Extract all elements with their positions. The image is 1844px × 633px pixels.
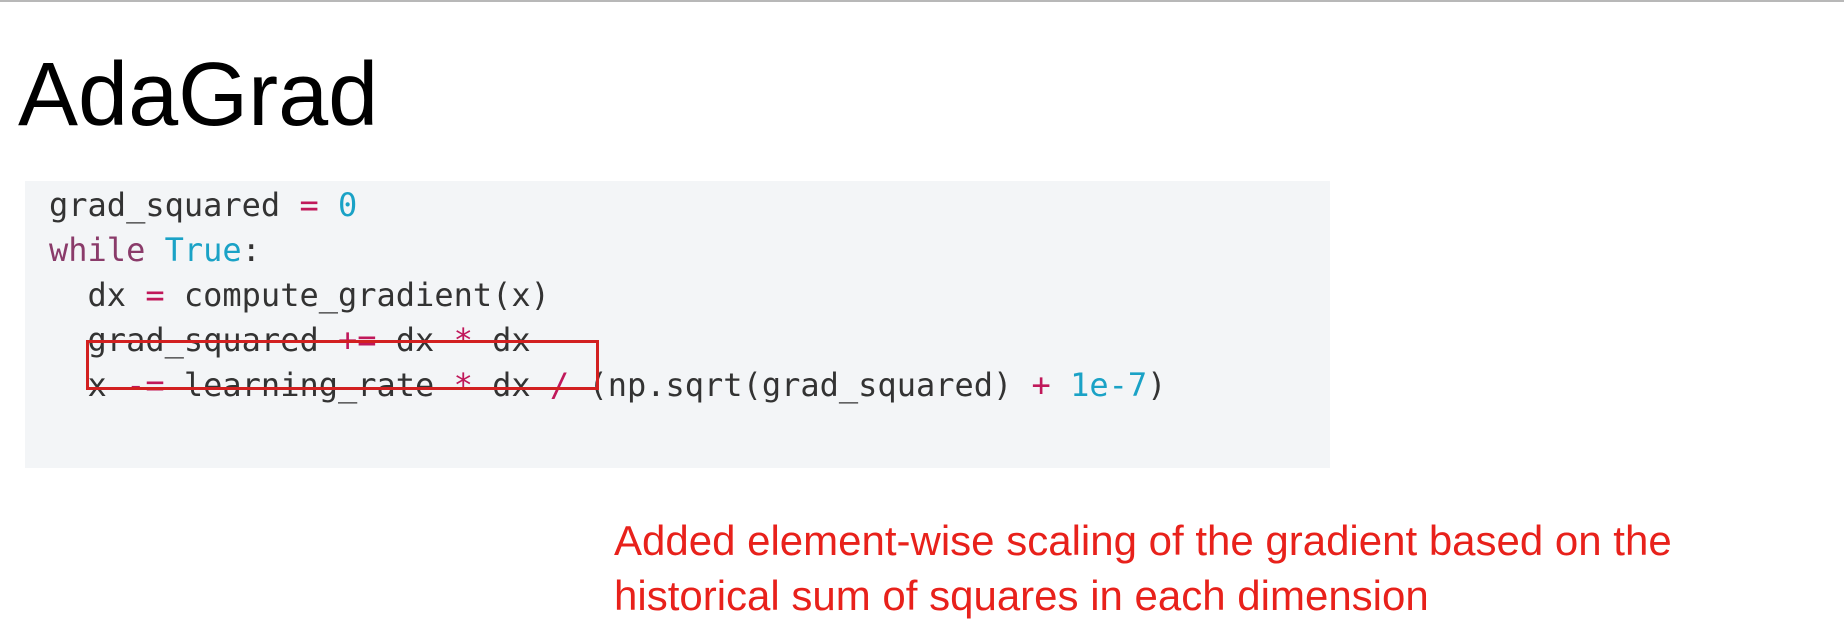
code-token: = — [145, 276, 165, 314]
code-token: grad_squared — [49, 186, 300, 224]
code-token: ) — [1147, 366, 1167, 404]
code-line-2: while True: — [49, 226, 261, 274]
annotation-line-1: Added element-wise scaling of the gradie… — [614, 517, 1672, 564]
code-token: : — [241, 231, 261, 269]
code-token: while — [49, 231, 146, 269]
slide-title: AdaGrad — [18, 45, 379, 145]
code-token: 1e-7 — [1070, 366, 1148, 404]
code-block: grad_squared = 0 while True: dx = comput… — [25, 181, 1330, 468]
code-token: + — [1031, 366, 1051, 404]
top-divider — [0, 0, 1844, 2]
code-token: dx — [49, 276, 146, 314]
highlighted-line-box — [86, 340, 599, 390]
code-line-1: grad_squared = 0 — [49, 181, 357, 229]
code-token: = — [299, 186, 319, 224]
code-token: compute_gradient(x) — [164, 276, 550, 314]
code-token: True — [164, 231, 242, 269]
code-token: 0 — [337, 186, 358, 224]
code-token: (np.sqrt(grad_squared) — [569, 366, 1032, 404]
annotation-line-2: historical sum of squares in each dimens… — [614, 572, 1429, 619]
annotation-text: Added element-wise scaling of the gradie… — [614, 513, 1672, 623]
code-line-3: dx = compute_gradient(x) — [49, 271, 550, 319]
